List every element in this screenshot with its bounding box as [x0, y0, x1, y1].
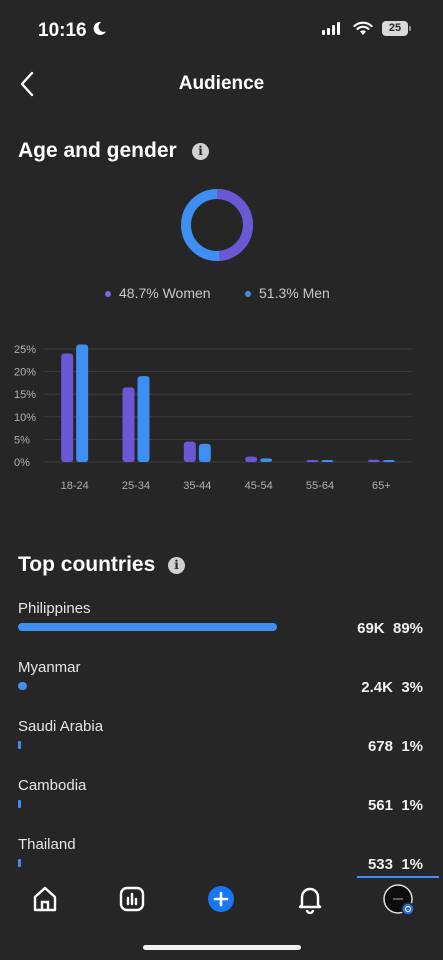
age-bar: [367, 459, 380, 462]
country-count: 69K: [357, 620, 385, 637]
country-count: 678: [367, 738, 393, 755]
notifications-icon[interactable]: [296, 884, 324, 914]
age-bar-chart: 25% 20% 15% 10% 5% 0% 18-24 25-34 35-44 45-54 55-6…: [0, 340, 443, 500]
age-bar-chart-svg: 25% 20% 15% 10% 5% 0% 18-24 25-34 35-44 45-54 55-6…: [14, 344, 412, 492]
country-count: 2.4K: [361, 679, 393, 696]
home-indicator: [143, 945, 301, 950]
country-bar-track: [18, 741, 277, 749]
y-tick-label: 15%: [14, 389, 36, 401]
legend-women-dot: [105, 291, 111, 298]
status-time: 10:16: [38, 20, 87, 41]
legend-men: 51.3% Men: [245, 285, 330, 301]
country-bar-fill: [18, 741, 21, 749]
country-bar-track: [18, 682, 277, 690]
x-tick-label: 45-54: [245, 480, 273, 492]
country-bar-track: [18, 859, 277, 867]
country-name: Philippines: [18, 600, 91, 617]
age-bar: [183, 441, 196, 462]
age-gender-heading: Age and gender: [18, 139, 177, 162]
battery-indicator: 25: [382, 21, 408, 36]
country-percent: 1%: [392, 797, 423, 814]
age-bar: [382, 460, 395, 462]
country-percent: 1%: [392, 738, 423, 755]
country-count: 561: [367, 797, 393, 814]
top-countries-heading: Top countries: [18, 553, 156, 576]
age-bar: [61, 353, 74, 462]
info-icon[interactable]: i: [192, 143, 209, 160]
y-tick-label: 5%: [14, 434, 30, 446]
y-tick-label: 10%: [14, 412, 36, 424]
age-bar: [260, 458, 273, 462]
country-percent: 1%: [392, 856, 423, 873]
analytics-icon[interactable]: [118, 884, 146, 914]
profile-avatar[interactable]: [383, 884, 415, 916]
age-bar: [198, 443, 211, 462]
country-bar-fill: [18, 800, 21, 808]
country-values: 69K 89%: [357, 620, 423, 637]
moon-icon: [93, 21, 107, 35]
scroll-underline: [357, 876, 439, 878]
country-values: 2.4K 3%: [361, 679, 423, 696]
legend-men-dot: [245, 291, 251, 298]
home-icon[interactable]: [31, 884, 59, 914]
y-tick-label: 25%: [14, 344, 36, 356]
age-bar: [122, 387, 135, 462]
country-bar-fill: [18, 859, 21, 867]
gender-donut-chart: [181, 189, 253, 261]
country-name: Myanmar: [18, 659, 81, 676]
country-values: 678 1%: [368, 738, 423, 755]
country-name: Thailand: [18, 836, 76, 853]
x-tick-label: 25-34: [122, 480, 150, 492]
page-title: Audience: [178, 73, 265, 94]
country-bar-track: [18, 800, 277, 808]
x-tick-label: 18-24: [61, 480, 89, 492]
age-bar: [245, 456, 258, 462]
x-tick-label: 65+: [372, 480, 391, 492]
info-icon[interactable]: i: [168, 557, 185, 574]
cellular-signal-icon: [322, 22, 342, 35]
country-bar-fill: [18, 623, 277, 631]
country-bar-fill: [18, 682, 27, 690]
y-tick-label: 0%: [14, 457, 30, 469]
legend-women-label: 48.7% Women: [119, 285, 211, 301]
y-tick-label: 20%: [14, 367, 36, 379]
country-name: Cambodia: [18, 777, 87, 794]
legend-men-label: 51.3% Men: [259, 285, 330, 301]
avatar-image: [383, 884, 415, 916]
country-percent: 89%: [384, 620, 423, 637]
x-tick-label: 35-44: [183, 480, 211, 492]
wifi-icon: [353, 21, 373, 35]
age-bar: [137, 376, 150, 462]
age-bar: [306, 460, 319, 462]
country-values: 561 1%: [368, 797, 423, 814]
age-bar: [321, 460, 334, 462]
country-percent: 3%: [392, 679, 423, 696]
legend-women: 48.7% Women: [105, 285, 211, 301]
age-bar: [76, 344, 89, 462]
country-count: 533: [367, 856, 393, 873]
battery-tip: [409, 26, 411, 31]
country-bar-track: [18, 623, 277, 631]
create-icon[interactable]: [207, 884, 235, 914]
x-tick-label: 55-64: [306, 480, 334, 492]
country-name: Saudi Arabia: [18, 718, 104, 735]
country-values: 533 1%: [368, 856, 423, 873]
